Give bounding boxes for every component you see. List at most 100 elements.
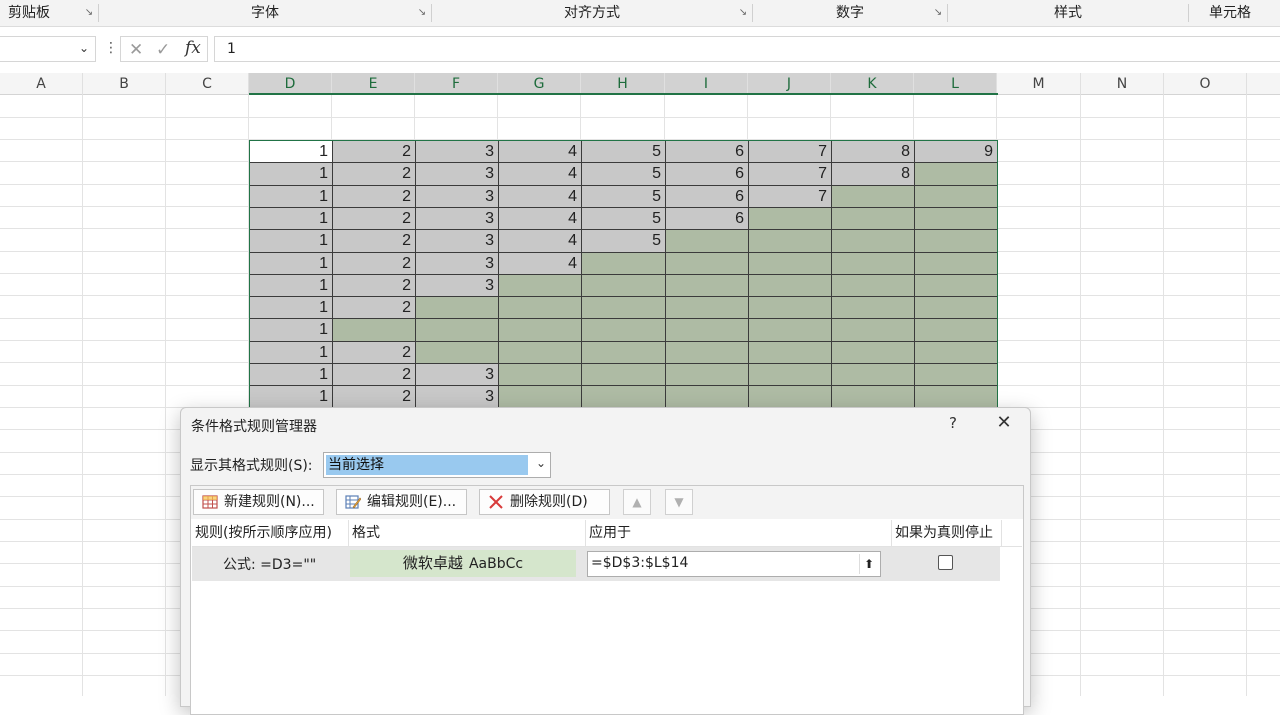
cell[interactable] [416, 319, 499, 342]
cell[interactable]: 1 [250, 275, 333, 297]
column-header-o[interactable]: O [1164, 73, 1247, 95]
cell[interactable] [666, 275, 749, 297]
stop-if-true-checkbox[interactable] [938, 555, 953, 570]
cell[interactable] [582, 386, 666, 407]
column-header-g[interactable]: G [498, 73, 581, 95]
column-header-stop-if-true[interactable]: 如果为真则停止 [892, 520, 1002, 546]
cell[interactable] [915, 208, 997, 230]
cell[interactable] [915, 230, 997, 253]
cell[interactable] [832, 386, 915, 407]
cell[interactable]: 5 [582, 208, 666, 230]
cell[interactable] [416, 297, 499, 319]
more-options-icon[interactable]: ⋮ [104, 40, 118, 56]
cell[interactable] [582, 297, 666, 319]
dialog-launcher-icon[interactable]: ↘ [417, 8, 427, 18]
cell[interactable] [915, 386, 997, 407]
cell[interactable]: 2 [333, 386, 416, 407]
cell[interactable] [333, 319, 416, 342]
show-rules-select[interactable]: 当前选择 ⌄ [323, 452, 551, 478]
cell[interactable] [582, 342, 666, 364]
cell[interactable]: 4 [499, 208, 582, 230]
cell[interactable] [915, 297, 997, 319]
cell[interactable] [832, 275, 915, 297]
name-box[interactable]: ⌄ [0, 36, 96, 62]
cell[interactable]: 8 [832, 163, 915, 186]
cell[interactable] [499, 319, 582, 342]
cell[interactable]: 1 [250, 386, 333, 407]
cell[interactable]: 2 [333, 208, 416, 230]
move-down-button[interactable]: ▼ [665, 489, 693, 515]
cell[interactable] [832, 208, 915, 230]
cell[interactable]: 1 [250, 141, 333, 163]
cell[interactable]: 2 [333, 342, 416, 364]
cell[interactable] [582, 319, 666, 342]
cell[interactable]: 3 [416, 208, 499, 230]
cell[interactable] [582, 364, 666, 386]
column-header-b[interactable]: B [83, 73, 166, 95]
cell[interactable] [666, 230, 749, 253]
cell[interactable]: 1 [250, 253, 333, 275]
cell[interactable]: 7 [749, 163, 832, 186]
cell[interactable] [749, 364, 832, 386]
cell[interactable] [915, 275, 997, 297]
cell[interactable] [915, 253, 997, 275]
cell[interactable] [832, 319, 915, 342]
cell[interactable] [832, 186, 915, 208]
cell[interactable] [749, 319, 832, 342]
cell[interactable] [666, 364, 749, 386]
column-header-m[interactable]: M [997, 73, 1081, 95]
cell[interactable] [832, 230, 915, 253]
cell[interactable] [915, 364, 997, 386]
chevron-down-icon[interactable]: ⌄ [536, 456, 546, 470]
dialog-launcher-icon[interactable]: ↘ [738, 8, 748, 18]
cell[interactable]: 4 [499, 163, 582, 186]
cell[interactable]: 2 [333, 186, 416, 208]
cell[interactable] [915, 163, 997, 186]
cell[interactable]: 4 [499, 186, 582, 208]
selected-range[interactable]: 1234567891234567812345671234561234512341… [249, 140, 998, 408]
cell[interactable] [666, 297, 749, 319]
column-header-n[interactable]: N [1081, 73, 1164, 95]
cell[interactable]: 4 [499, 253, 582, 275]
cell[interactable]: 4 [499, 230, 582, 253]
column-header-j[interactable]: J [748, 73, 831, 95]
cell[interactable] [749, 275, 832, 297]
cell[interactable]: 3 [416, 386, 499, 407]
cell[interactable] [915, 319, 997, 342]
cell[interactable]: 2 [333, 297, 416, 319]
cell[interactable]: 2 [333, 230, 416, 253]
cell[interactable] [499, 386, 582, 407]
dialog-launcher-icon[interactable]: ↘ [84, 8, 94, 18]
cell[interactable]: 1 [250, 230, 333, 253]
column-header-k[interactable]: K [831, 73, 914, 95]
cell[interactable]: 6 [666, 208, 749, 230]
cell[interactable]: 5 [582, 141, 666, 163]
column-header-l[interactable]: L [914, 73, 997, 95]
cell[interactable]: 3 [416, 186, 499, 208]
chevron-down-icon[interactable]: ⌄ [79, 41, 89, 55]
cell[interactable] [832, 342, 915, 364]
cell[interactable] [499, 342, 582, 364]
cancel-icon[interactable]: ✕ [129, 40, 143, 60]
column-header-f[interactable]: F [415, 73, 498, 95]
cell[interactable] [582, 253, 666, 275]
insert-function-icon[interactable]: fx [185, 38, 201, 58]
cell[interactable]: 3 [416, 253, 499, 275]
cell[interactable] [582, 275, 666, 297]
cell[interactable] [666, 342, 749, 364]
cell[interactable]: 3 [416, 163, 499, 186]
cell[interactable]: 5 [582, 186, 666, 208]
cell[interactable]: 6 [666, 141, 749, 163]
cell[interactable] [915, 342, 997, 364]
cell[interactable]: 2 [333, 141, 416, 163]
cell[interactable]: 2 [333, 253, 416, 275]
cell[interactable]: 5 [582, 163, 666, 186]
cell[interactable] [749, 386, 832, 407]
cell[interactable] [666, 386, 749, 407]
cell[interactable]: 1 [250, 208, 333, 230]
cell[interactable] [499, 364, 582, 386]
cell[interactable] [832, 364, 915, 386]
dialog-launcher-icon[interactable]: ↘ [933, 8, 943, 18]
cell[interactable] [749, 342, 832, 364]
applies-to-input[interactable]: =$D$3:$L$14 ⬆ [587, 551, 881, 577]
